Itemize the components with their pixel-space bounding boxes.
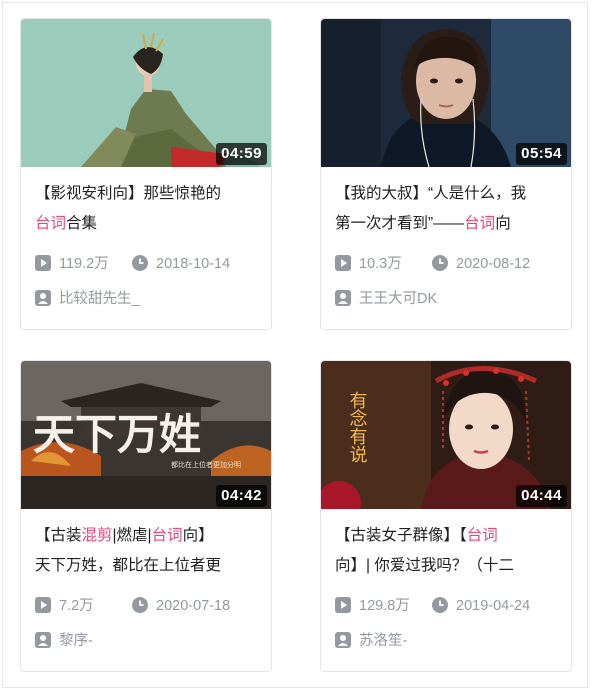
title-line: 【影视安利向】那些惊艳的 bbox=[35, 185, 222, 202]
clock-icon bbox=[132, 597, 148, 613]
play-count-icon bbox=[35, 597, 51, 613]
video-meta: 129.8万 2019-04-24 bbox=[335, 595, 561, 617]
play-count-icon bbox=[335, 597, 351, 613]
uploader-icon bbox=[35, 290, 51, 306]
video-thumbnail[interactable]: 有念有说 04:44 bbox=[321, 361, 571, 509]
thumbnail-calligraphy: 有念有说 bbox=[347, 391, 368, 463]
video-thumbnail[interactable]: 天下万姓 都比在上位者更加分明 04:42 bbox=[21, 361, 271, 509]
publish-date: 2020-07-18 bbox=[132, 595, 230, 617]
title-line: 第一次才看到”——台词向 bbox=[335, 215, 511, 232]
video-card[interactable]: 04:59 【影视安利向】那些惊艳的 台词合集 119.2万 2018-10-1… bbox=[20, 18, 272, 330]
view-count: 119.2万 bbox=[35, 253, 109, 275]
title-line: 【我的大叔】“人是什么，我 bbox=[335, 185, 527, 202]
video-title[interactable]: 【古装混剪|燃虐|台词向】 天下万姓，都比在上位者更 bbox=[35, 521, 261, 581]
view-count: 129.8万 bbox=[335, 595, 410, 617]
video-meta: 10.3万 2020-08-12 bbox=[335, 253, 561, 275]
title-line: 天下万姓，都比在上位者更 bbox=[35, 557, 222, 574]
video-author[interactable]: 比较甜先生_ bbox=[35, 288, 261, 310]
play-count-icon bbox=[35, 255, 51, 271]
view-count: 10.3万 bbox=[335, 253, 402, 275]
video-meta: 119.2万 2018-10-14 bbox=[35, 253, 261, 275]
title-line: 【古装女子群像】【台词 bbox=[335, 527, 498, 544]
video-duration: 04:42 bbox=[216, 485, 267, 507]
video-card[interactable]: 有念有说 04:44 【古装女子群像】【台词 向】| 你爱过我吗？（十二 129… bbox=[320, 360, 572, 672]
video-author[interactable]: 苏洛笙- bbox=[335, 630, 561, 652]
publish-date: 2020-08-12 bbox=[432, 253, 530, 275]
video-thumbnail[interactable]: 05:54 bbox=[321, 19, 571, 167]
uploader-icon bbox=[335, 632, 351, 648]
publish-date: 2018-10-14 bbox=[132, 253, 230, 275]
view-count: 7.2万 bbox=[35, 595, 94, 617]
video-duration: 05:54 bbox=[516, 143, 567, 165]
clock-icon bbox=[132, 255, 148, 271]
video-title[interactable]: 【影视安利向】那些惊艳的 台词合集 bbox=[35, 179, 261, 239]
title-line: 向】| 你爱过我吗？（十二 bbox=[335, 557, 514, 574]
thumbnail-caption: 都比在上位者更加分明 bbox=[171, 460, 241, 469]
video-title[interactable]: 【我的大叔】“人是什么，我 第一次才看到”——台词向 bbox=[335, 179, 561, 239]
video-thumbnail[interactable]: 04:59 bbox=[21, 19, 271, 167]
play-count-icon bbox=[335, 255, 351, 271]
video-author[interactable]: 王王大可DK bbox=[335, 288, 561, 310]
clock-icon bbox=[432, 255, 448, 271]
video-card[interactable]: 05:54 【我的大叔】“人是什么，我 第一次才看到”——台词向 10.3万 2… bbox=[320, 18, 572, 330]
video-title[interactable]: 【古装女子群像】【台词 向】| 你爱过我吗？（十二 bbox=[335, 521, 561, 581]
title-line: 台词合集 bbox=[35, 215, 98, 232]
clock-icon bbox=[432, 597, 448, 613]
video-card[interactable]: 天下万姓 都比在上位者更加分明 04:42 【古装混剪|燃虐|台词向】 天下万姓… bbox=[20, 360, 272, 672]
video-author[interactable]: 黎序- bbox=[35, 630, 261, 652]
video-duration: 04:44 bbox=[516, 485, 567, 507]
thumbnail-calligraphy: 天下万姓 bbox=[33, 410, 201, 459]
video-meta: 7.2万 2020-07-18 bbox=[35, 595, 261, 617]
publish-date: 2019-04-24 bbox=[432, 595, 530, 617]
video-duration: 04:59 bbox=[216, 143, 267, 165]
video-grid: 04:59 【影视安利向】那些惊艳的 台词合集 119.2万 2018-10-1… bbox=[2, 2, 588, 688]
title-line: 【古装混剪|燃虐|台词向】 bbox=[35, 527, 214, 544]
uploader-icon bbox=[335, 290, 351, 306]
uploader-icon bbox=[35, 632, 51, 648]
